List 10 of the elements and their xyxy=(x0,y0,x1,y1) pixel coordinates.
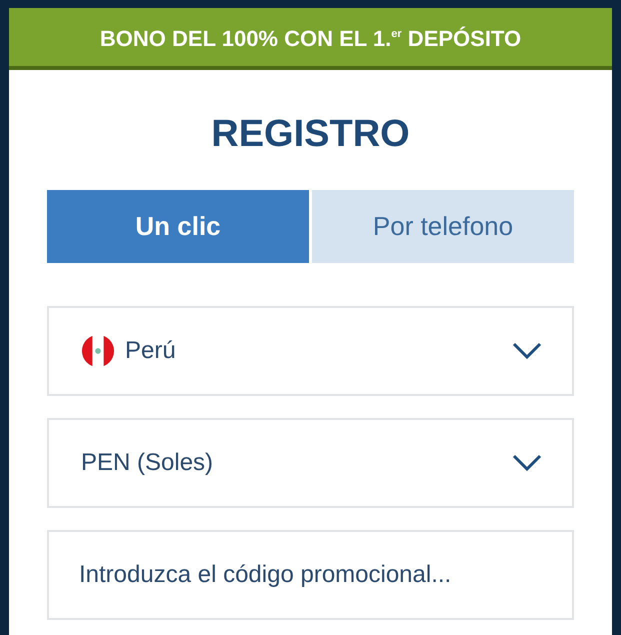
flag-icon xyxy=(81,334,115,368)
chevron-down-icon xyxy=(512,454,542,472)
currency-select[interactable]: PEN (Soles) xyxy=(47,418,574,508)
chevron-down-icon xyxy=(512,342,542,360)
promo-banner: BONO DEL 100% CON EL 1.$^{er}$ DEPÓSITO xyxy=(9,8,612,70)
form-title: REGISTRO xyxy=(210,112,411,157)
country-select[interactable]: Perú xyxy=(47,306,574,396)
tab[interactable]: Por telefono xyxy=(312,190,574,263)
promo-code-field[interactable]: Introduzca el código promocional... xyxy=(47,530,574,620)
tab[interactable]: Un clic xyxy=(47,190,309,263)
